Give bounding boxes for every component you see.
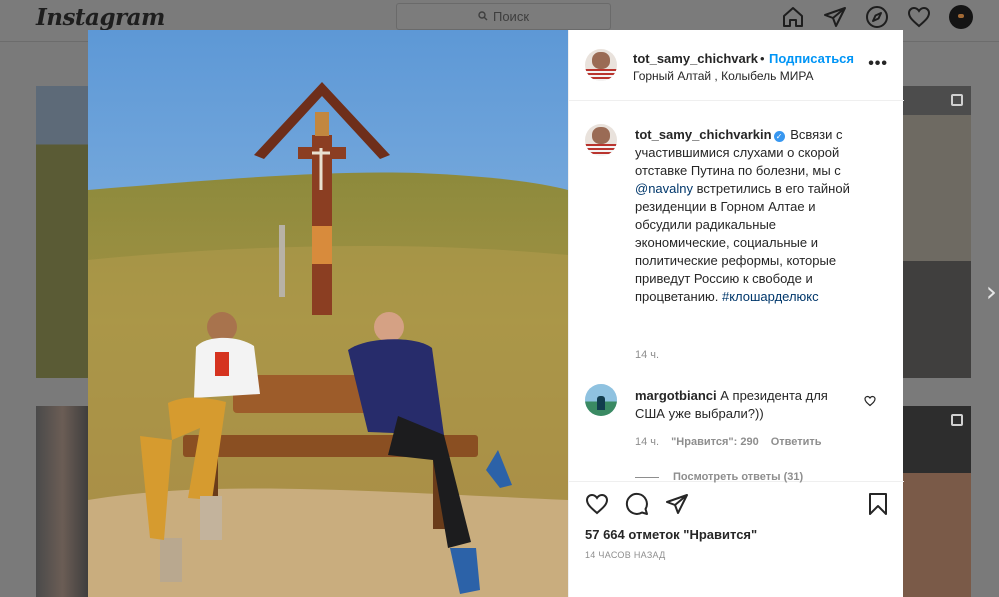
more-options-icon[interactable]: ••• bbox=[868, 55, 888, 73]
view-replies-button[interactable]: Посмотреть ответы (31) bbox=[635, 471, 803, 483]
post-location[interactable]: Горный Алтай , Колыбель МИРА bbox=[633, 69, 814, 83]
follow-button[interactable]: Подписаться bbox=[769, 51, 854, 66]
feed-thumbnail[interactable] bbox=[903, 406, 971, 597]
next-post-arrow-icon[interactable]: › bbox=[986, 278, 997, 306]
commenter-avatar[interactable] bbox=[585, 384, 617, 416]
comment-username[interactable]: margotbianci bbox=[635, 388, 717, 403]
header-separator: • bbox=[760, 51, 765, 66]
post-modal: tot_samy_chichvark • Подписаться Горный … bbox=[88, 30, 904, 597]
post-caption: tot_samy_chichvarkin ✓ Всвязи с участивши… bbox=[635, 126, 865, 306]
direct-icon[interactable] bbox=[823, 5, 847, 29]
comments-section: tot_samy_chichvarkin ✓ Всвязи с участивши… bbox=[569, 102, 904, 483]
comment-bubble-icon[interactable] bbox=[625, 492, 649, 521]
like-heart-icon[interactable] bbox=[585, 492, 609, 521]
post-timestamp[interactable]: 14 ЧАСОВ НАЗАД bbox=[585, 550, 666, 560]
caption-text-part2: встретились в его тайной резиденции в Го… bbox=[635, 181, 850, 304]
explore-icon[interactable] bbox=[865, 5, 889, 29]
caption-author-avatar[interactable] bbox=[585, 124, 617, 156]
caption-time[interactable]: 14 ч. bbox=[635, 349, 659, 361]
comment-like-heart-icon[interactable] bbox=[864, 394, 876, 412]
share-direct-icon[interactable] bbox=[665, 492, 689, 521]
post-side-panel: tot_samy_chichvark • Подписаться Горный … bbox=[568, 30, 904, 597]
caption-hashtag-link[interactable]: #клошарделюкс bbox=[722, 289, 819, 304]
caption-mention-link[interactable]: @navalny bbox=[635, 181, 693, 196]
feed-thumbnail[interactable] bbox=[36, 86, 89, 378]
comment-time[interactable]: 14 ч. bbox=[635, 436, 659, 448]
carousel-icon bbox=[951, 414, 963, 426]
nav-icons bbox=[781, 5, 973, 29]
likes-count[interactable]: 57 664 отметок "Нравится" bbox=[585, 527, 757, 542]
view-replies-label: Посмотреть ответы (31) bbox=[673, 471, 804, 483]
profile-avatar[interactable] bbox=[949, 5, 973, 29]
save-bookmark-icon[interactable] bbox=[866, 492, 890, 521]
instagram-logo[interactable]: Instagram bbox=[36, 4, 165, 31]
caption-username[interactable]: tot_samy_chichvarkin bbox=[635, 127, 772, 142]
post-header: tot_samy_chichvark • Подписаться Горный … bbox=[569, 30, 904, 101]
comment-likes[interactable]: "Нравится": 290 bbox=[671, 436, 759, 448]
feed-thumbnail[interactable] bbox=[36, 406, 89, 597]
comment-meta: 14 ч. "Нравится": 290 Ответить bbox=[635, 436, 822, 448]
comment-reply-button[interactable]: Ответить bbox=[771, 436, 822, 448]
home-icon[interactable] bbox=[781, 5, 805, 29]
author-username[interactable]: tot_samy_chichvark bbox=[633, 51, 758, 66]
author-avatar[interactable] bbox=[585, 49, 617, 81]
search-icon bbox=[478, 9, 488, 24]
post-photo[interactable] bbox=[88, 30, 568, 597]
search-placeholder: Поиск bbox=[492, 9, 530, 24]
search-input[interactable]: Поиск bbox=[396, 3, 611, 30]
carousel-icon bbox=[951, 94, 963, 106]
verified-badge-icon: ✓ bbox=[773, 131, 785, 142]
activity-heart-icon[interactable] bbox=[907, 5, 931, 29]
replies-divider bbox=[635, 476, 659, 478]
feed-thumbnail[interactable] bbox=[903, 86, 971, 378]
comment-body: margotbianci А президента для США уже вы… bbox=[635, 387, 855, 423]
post-actions bbox=[569, 486, 904, 526]
